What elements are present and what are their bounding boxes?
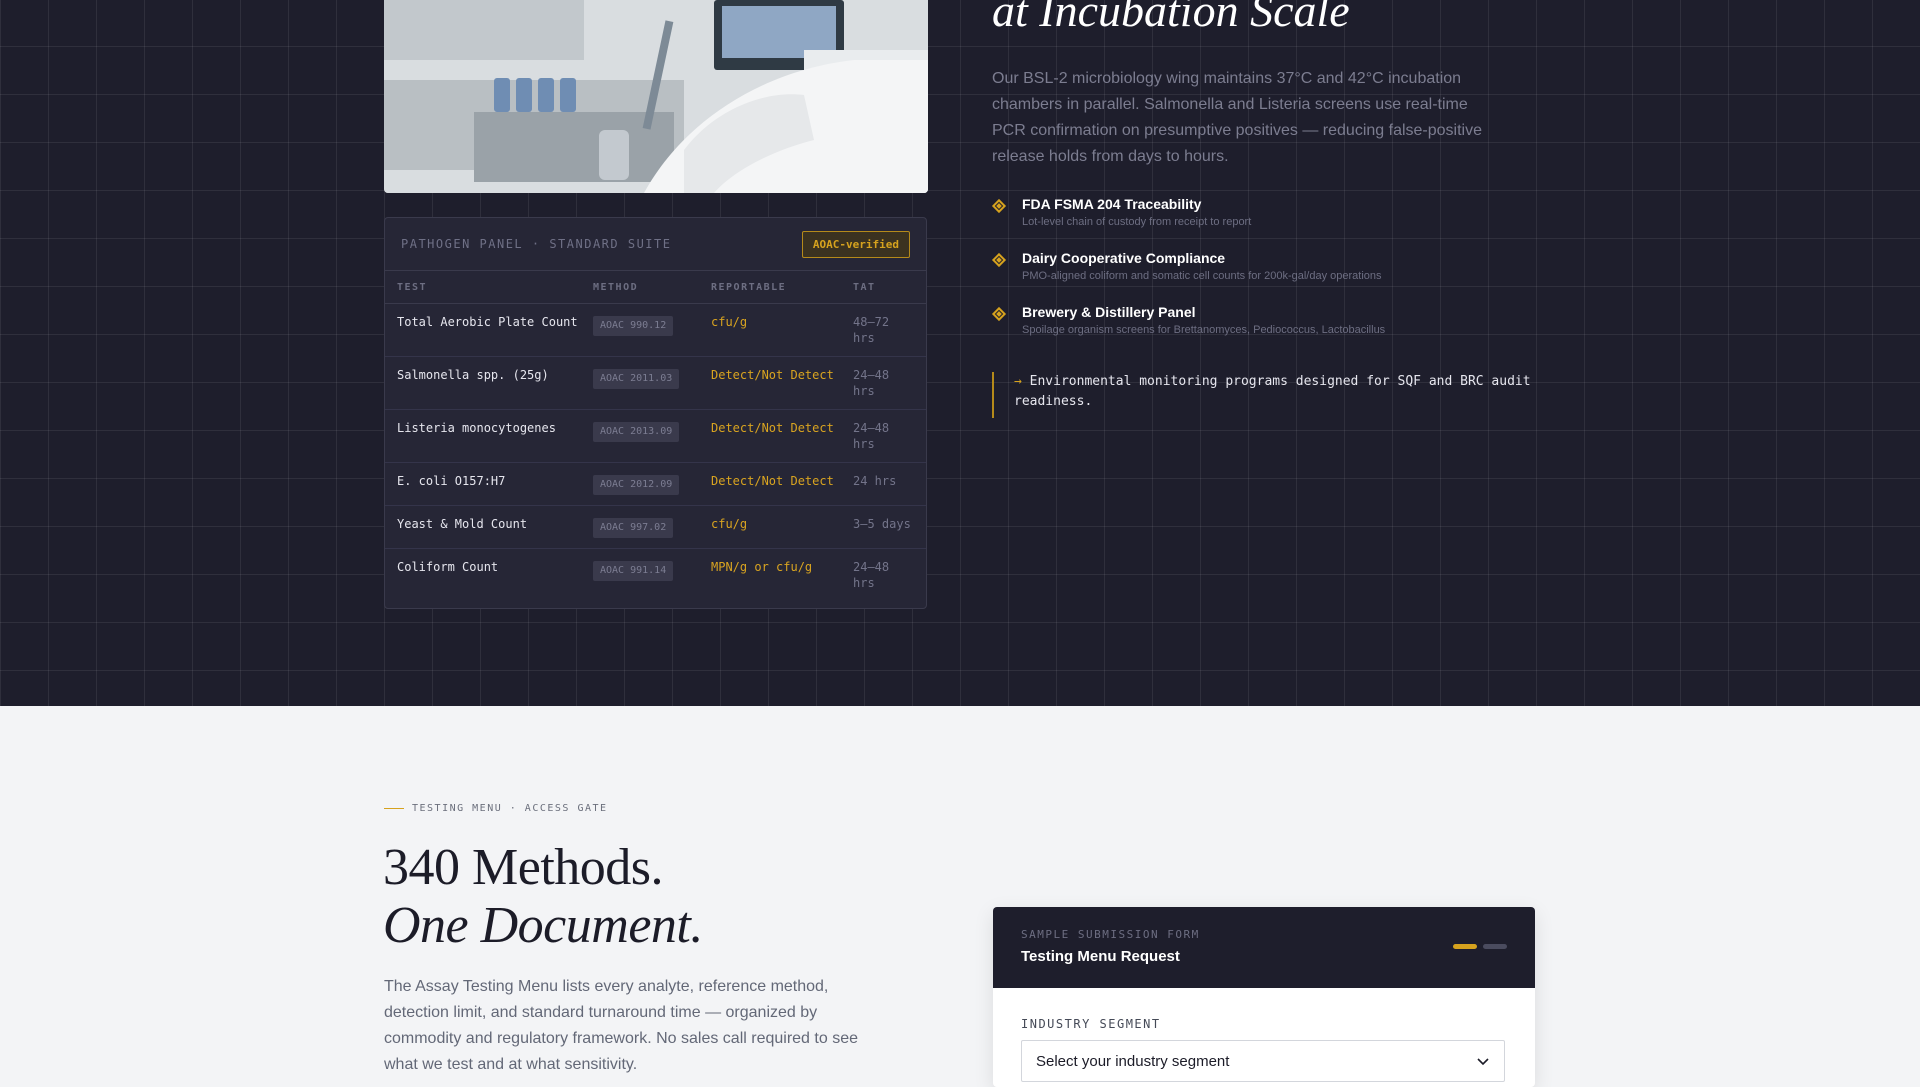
reportable-value: Detect/Not Detect (711, 474, 834, 488)
method-chip: AOAC 991.14 (593, 561, 674, 581)
lab-photo (384, 0, 928, 193)
form-title: Testing Menu Request (1021, 948, 1180, 965)
feature-title: Brewery & Distillery Panel (1022, 304, 1196, 320)
panel-title: PATHOGEN PANEL · STANDARD SUITE (401, 237, 672, 251)
diamond-icon (991, 306, 1007, 322)
section-eyebrow: TESTING MENU · ACCESS GATE (384, 803, 608, 814)
turnaround-time: 48–72 hrs (853, 315, 890, 345)
feature-description: Spoilage organism screens for Brettanomy… (1022, 324, 1386, 336)
pathogen-panel-card: PATHOGEN PANEL · STANDARD SUITE AOAC-ver… (384, 217, 927, 609)
table-row: Total Aerobic Plate Count AOAC 990.12 cf… (385, 304, 926, 357)
table-row: E. coli O157:H7 AOAC 2012.09 Detect/Not … (385, 463, 926, 506)
test-name: Coliform Count (397, 560, 499, 574)
reportable-value: Detect/Not Detect (711, 421, 834, 435)
form-kicker: SAMPLE SUBMISSION FORM (1021, 928, 1200, 941)
sample-submission-form: SAMPLE SUBMISSION FORM Testing Menu Requ… (993, 907, 1535, 1087)
arrow-right-icon: → (1014, 374, 1022, 389)
table-row: Salmonella spp. (25g) AOAC 2011.03 Detec… (385, 357, 926, 410)
feature-item: Brewery & Distillery Panel Spoilage orga… (991, 304, 1512, 336)
chevron-down-icon (1477, 1058, 1489, 1066)
column-header-reportable: REPORTABLE (711, 281, 787, 293)
method-chip: AOAC 990.12 (593, 316, 674, 336)
section-paragraph: Our BSL-2 microbiology wing maintains 37… (992, 70, 1482, 165)
method-chip: AOAC 2011.03 (593, 369, 680, 389)
method-chip: AOAC 2013.09 (593, 422, 680, 442)
feature-item: Dairy Cooperative Compliance PMO-aligned… (991, 250, 1512, 282)
industry-segment-label: INDUSTRY SEGMENT (1021, 1017, 1161, 1031)
table-body: Total Aerobic Plate Count AOAC 990.12 cf… (385, 304, 926, 601)
turnaround-time: 24–48 hrs (853, 421, 890, 451)
table-header: TEST METHOD REPORTABLE TAT (385, 271, 926, 304)
feature-title: Dairy Cooperative Compliance (1022, 250, 1226, 266)
lab-capabilities-section: PATHOGEN PANEL · STANDARD SUITE AOAC-ver… (0, 0, 1920, 706)
test-name: Salmonella spp. (25g) (397, 368, 549, 382)
callout-text: Environmental monitoring programs design… (1014, 374, 1531, 409)
diamond-icon (991, 252, 1007, 268)
progress-step-2 (1483, 944, 1507, 949)
heading-line-1: 340 Methods. (383, 839, 664, 896)
reportable-value: MPN/g or cfu/g (711, 560, 813, 574)
test-name: Yeast & Mold Count (397, 517, 528, 531)
turnaround-time: 24–48 hrs (853, 560, 890, 590)
table-row: Listeria monocytogenes AOAC 2013.09 Dete… (385, 410, 926, 463)
panel-header: PATHOGEN PANEL · STANDARD SUITE AOAC-ver… (385, 218, 926, 271)
reportable-value: cfu/g (711, 517, 748, 531)
reportable-value: cfu/g (711, 315, 748, 329)
form-progress (1453, 944, 1507, 949)
progress-step-1 (1453, 944, 1477, 949)
aoac-verified-badge: AOAC-verified (801, 230, 910, 258)
heading-line-2: One Document. (383, 897, 703, 954)
diamond-icon (991, 198, 1007, 214)
form-header: SAMPLE SUBMISSION FORM Testing Menu Requ… (993, 907, 1535, 988)
feature-title: FDA FSMA 204 Traceability (1022, 196, 1202, 212)
test-name: E. coli O157:H7 (397, 474, 506, 488)
table-row: Yeast & Mold Count AOAC 997.02 cfu/g 3–5… (385, 506, 926, 549)
reportable-value: Detect/Not Detect (711, 368, 834, 382)
industry-segment-select[interactable]: Select your industry segment (1021, 1040, 1505, 1082)
environmental-monitoring-callout: → Environmental monitoring programs desi… (992, 372, 1532, 418)
table-row: Coliform Count AOAC 991.14 MPN/g or cfu/… (385, 549, 926, 601)
turnaround-time: 3–5 days (853, 517, 911, 531)
section-headline: at Incubation Scale (992, 0, 1350, 36)
feature-description: PMO-aligned coliform and somatic cell co… (1022, 270, 1382, 282)
test-name: Listeria monocytogenes (397, 421, 556, 435)
feature-item: FDA FSMA 204 Traceability Lot-level chai… (991, 196, 1512, 228)
eyebrow-text: TESTING MENU · ACCESS GATE (412, 803, 608, 814)
method-chip: AOAC 2012.09 (593, 475, 680, 495)
method-chip: AOAC 997.02 (593, 518, 674, 538)
turnaround-time: 24–48 hrs (853, 368, 890, 398)
column-header-tat: TAT (853, 281, 876, 293)
feature-description: Lot-level chain of custody from receipt … (1022, 216, 1252, 228)
column-header-test: TEST (397, 281, 428, 293)
turnaround-time: 24 hrs (853, 474, 897, 488)
column-header-method: METHOD (593, 281, 639, 293)
testing-menu-description: The Assay Testing Menu lists every analy… (384, 978, 858, 1073)
test-name: Total Aerobic Plate Count (397, 315, 578, 329)
select-value: Select your industry segment (1036, 1052, 1230, 1070)
eyebrow-rule (384, 808, 404, 809)
